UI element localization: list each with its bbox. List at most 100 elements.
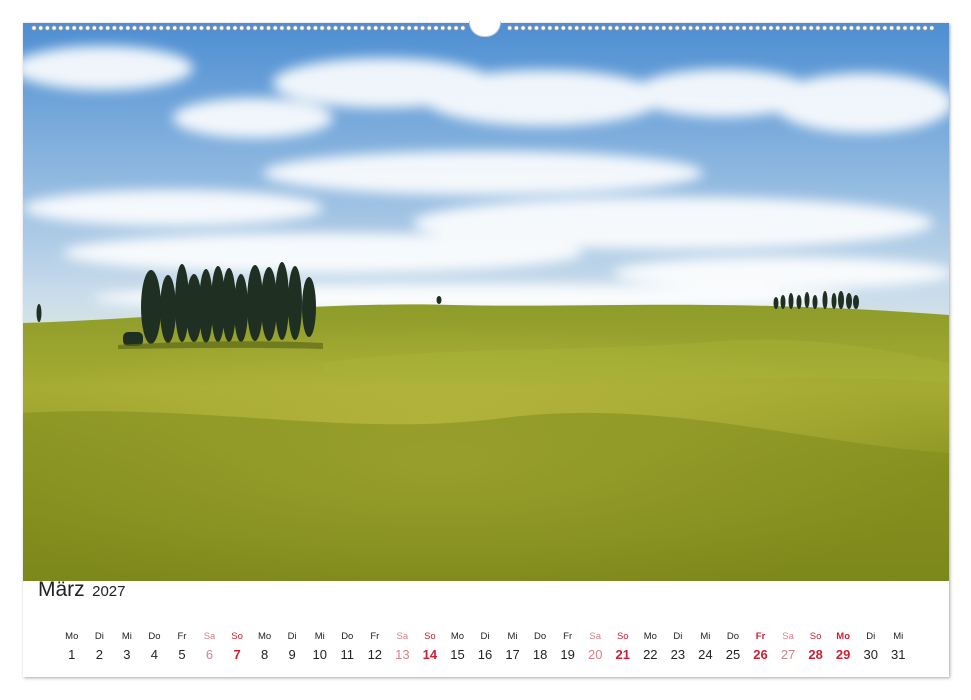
binding-hole (540, 25, 546, 31)
weekday-label: Fr (370, 631, 380, 642)
weekday-label: Do (726, 631, 740, 642)
weekday-label: Do (534, 631, 547, 642)
binding-hole (594, 25, 600, 31)
binding-hole (205, 25, 211, 31)
binding-hole (440, 25, 446, 31)
binding-hole (58, 25, 64, 31)
binding-hole (714, 25, 721, 31)
binding-hole (560, 25, 566, 31)
binding-hole (279, 25, 285, 31)
binding-hole (51, 25, 57, 31)
binding-hole (460, 25, 466, 31)
binding-hole (667, 25, 674, 31)
binding-hole (138, 25, 144, 31)
weekday-label: Mo (643, 631, 657, 642)
binding-hole (91, 25, 97, 31)
day-cell: Do 4 (141, 631, 169, 663)
binding-hole (71, 25, 77, 31)
month-year: 2027 (92, 583, 126, 600)
binding-hole (815, 25, 821, 31)
binding-hole (219, 25, 225, 31)
binding-hole (855, 25, 861, 31)
day-cell: Sa 13 (389, 631, 417, 663)
binding-hole (379, 25, 385, 31)
day-number: 6 (205, 647, 214, 662)
binding-hole (332, 25, 339, 31)
day-cell: Sa 6 (196, 631, 224, 663)
day-strip: Mo 1 Di 2 Mi 3 Do 4 Fr 5 Sa 6 So 7 Mo 8 Di 9 Mi 10 Do 11 Fr 12 S… (58, 631, 912, 671)
binding-hole (507, 25, 513, 31)
weekday-label: So (616, 631, 629, 642)
binding-hole (198, 25, 205, 31)
binding-hole (795, 25, 801, 31)
binding-hole (111, 25, 118, 31)
weekday-label: Sa (782, 631, 794, 642)
binding-hole (547, 25, 553, 31)
binding-hole (419, 25, 426, 31)
day-cell: Sa 20 (581, 631, 609, 663)
weekday-label: Mi (700, 631, 711, 642)
binding-hole (620, 25, 627, 31)
day-cell: So 28 (802, 631, 830, 663)
binding-hole (768, 25, 774, 31)
day-cell: Mi 17 (499, 631, 527, 663)
day-number: 23 (670, 647, 686, 662)
binding-hole (868, 25, 875, 31)
weekday-label: Mi (314, 631, 325, 642)
weekday-label: Sa (396, 631, 409, 642)
day-number: 20 (587, 647, 603, 662)
day-number: 26 (753, 647, 768, 662)
binding-hole (352, 25, 359, 31)
day-number: 15 (450, 647, 465, 662)
day-number: 14 (422, 647, 438, 662)
binding-hole (299, 25, 305, 31)
binding-hole (84, 25, 91, 31)
tuscan-hills-image (23, 23, 949, 581)
binding-hole (567, 25, 573, 31)
binding-hole (453, 25, 459, 31)
weekday-label: Di (673, 631, 683, 642)
binding-hole (741, 25, 747, 31)
day-number: 22 (643, 647, 658, 662)
binding-hole (627, 25, 633, 31)
binding-hole (306, 25, 312, 31)
binding-hole (895, 25, 901, 31)
binding-hole (808, 25, 814, 31)
day-number: 9 (288, 647, 296, 662)
binding-hole (212, 25, 218, 31)
binding-hole (748, 25, 754, 31)
binding-hole (600, 25, 607, 31)
binding-hole (38, 25, 44, 31)
weekday-label: So (424, 631, 436, 642)
day-number: 18 (532, 647, 548, 662)
binding-hole (781, 25, 788, 31)
weekday-label: Fr (563, 631, 573, 642)
day-number: 17 (505, 647, 520, 662)
day-number: 16 (477, 647, 493, 662)
binding-hole (842, 25, 848, 31)
day-number: 7 (233, 647, 241, 662)
binding-hole (265, 25, 272, 31)
weekday-label: Mi (893, 631, 904, 642)
binding-hole (641, 25, 647, 31)
binding-hole (44, 25, 50, 31)
binding-hole (406, 25, 412, 31)
weekday-label: So (809, 631, 822, 642)
binding-hole (98, 25, 104, 31)
binding-hole (694, 25, 700, 31)
day-cell: Do 11 (334, 631, 362, 663)
day-cell: Mi 3 (113, 631, 141, 663)
day-number: 10 (312, 647, 327, 662)
weekday-label: Di (287, 631, 297, 642)
day-number: 1 (68, 647, 76, 662)
weekday-label: Mo (65, 631, 79, 642)
binding-hole (131, 25, 138, 31)
binding-hole (259, 25, 265, 31)
binding-hole (728, 25, 734, 31)
binding-hole (426, 25, 432, 31)
weekday-label: Mo (450, 631, 465, 642)
day-number: 28 (808, 647, 823, 662)
day-cell: Do 18 (526, 631, 554, 663)
binding-hole (386, 25, 392, 31)
day-cell: Do 25 (719, 631, 747, 663)
